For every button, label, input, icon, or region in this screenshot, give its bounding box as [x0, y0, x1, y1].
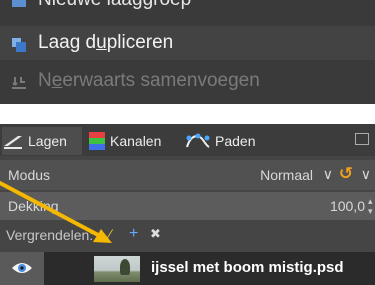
mode-row: Modus Normaal ∨ ↺ ∨	[0, 160, 375, 190]
layer-thumbnail	[94, 256, 140, 282]
merge-down-icon	[12, 74, 26, 89]
eye-icon	[12, 263, 32, 273]
menu-item-label: Nieuwe laaggroep	[38, 0, 191, 11]
mode-select[interactable]: Normaal	[260, 167, 313, 183]
menu-item-label-part: pliceren	[106, 32, 174, 53]
paths-icon	[186, 133, 210, 148]
mnemonic-letter: u	[96, 32, 107, 53]
lock-pixels-icon[interactable]: ∕	[109, 226, 111, 242]
lock-alpha-icon[interactable]: ✖	[150, 226, 161, 242]
mode-label: Modus	[8, 167, 51, 183]
menu-item-label-part: N	[38, 70, 52, 91]
opacity-value[interactable]: 100,0	[330, 198, 365, 214]
menu-item-merge-down: Neerwaarts samenvoegen	[0, 64, 375, 98]
chevron-down-icon[interactable]: ∨	[361, 166, 371, 183]
layer-row[interactable]: ijssel met boom mistig.psd	[0, 252, 375, 285]
tab-label: Lagen	[28, 133, 67, 149]
layers-dock: Lagen Kanalen Paden Modus Normaal ∨ ↺ ∨ …	[0, 124, 375, 285]
dock-tabbar: Lagen Kanalen Paden	[0, 124, 375, 156]
tab-label: Kanalen	[110, 133, 162, 149]
composite-mode-icon[interactable]: ↺	[339, 164, 353, 184]
opacity-label: Dekking	[8, 198, 59, 214]
layer-group-icon	[12, 0, 26, 7]
tab-label: Paden	[215, 133, 256, 149]
layers-icon	[4, 136, 22, 149]
lock-position-icon[interactable]: +	[129, 225, 138, 243]
chevron-down-icon[interactable]: ∨	[323, 166, 333, 183]
tab-layers[interactable]: Lagen	[2, 127, 82, 155]
lock-label: Vergrendelen:	[6, 227, 94, 243]
lock-row: Vergrendelen: ∕ + ✖	[0, 222, 375, 248]
menu-item-label-part: erwaarts samenvoegen	[62, 70, 260, 91]
tab-channels[interactable]: Kanalen	[88, 127, 183, 155]
mnemonic-letter: e	[51, 70, 63, 91]
layer-name[interactable]: ijssel met boom mistig.psd	[151, 259, 344, 276]
dock-menu-button[interactable]	[355, 133, 369, 145]
visibility-toggle[interactable]	[0, 252, 44, 285]
menu-item-label-part: Laag d	[38, 32, 97, 53]
duplicate-layer-icon	[12, 36, 26, 52]
tab-paths[interactable]: Paden	[185, 127, 265, 155]
channels-icon	[89, 132, 105, 150]
menu-item-new-layer-group[interactable]: Nieuwe laaggroep	[0, 0, 375, 17]
context-menu: Nieuwe laaggroep Laag dupliceren Neerwaa…	[0, 0, 375, 104]
spinner-arrows-icon[interactable]: ▴ ▾	[368, 196, 375, 216]
opacity-slider[interactable]: Dekking 100,0 ▴ ▾	[0, 192, 375, 220]
menu-item-duplicate-layer[interactable]: Laag dupliceren	[0, 26, 375, 60]
